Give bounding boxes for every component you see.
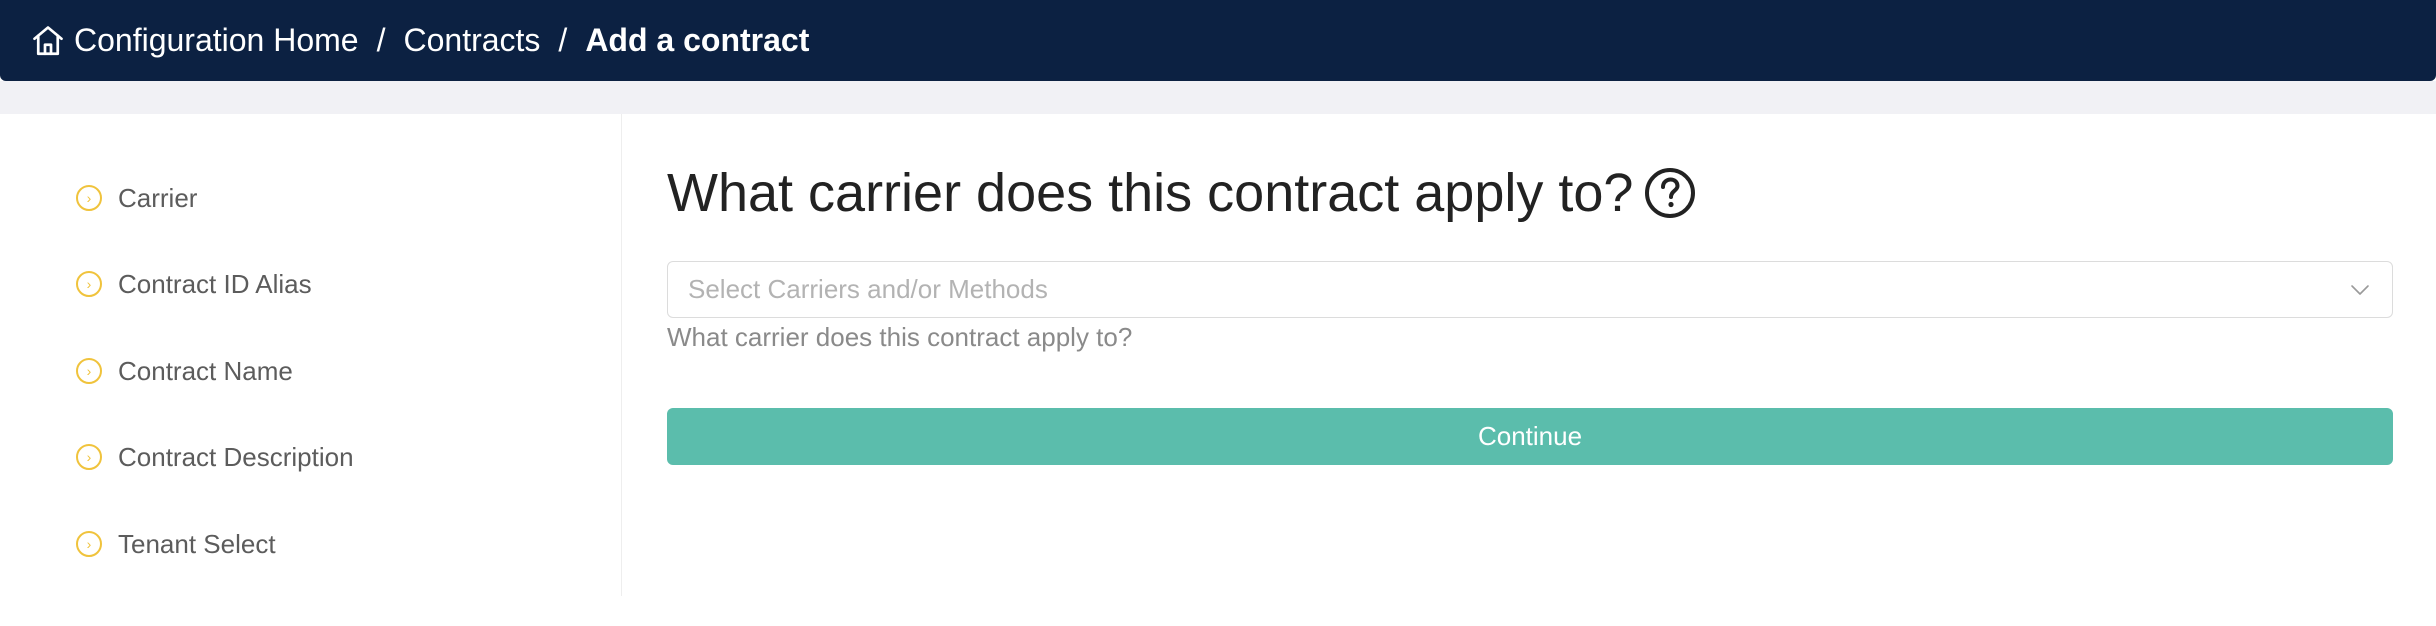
sidebar-item-label: Carrier (118, 182, 198, 213)
sidebar-item-label: Contract Description (118, 441, 354, 472)
header-divider-band (0, 81, 2436, 114)
top-bar: Configuration Home / Contracts / Add a c… (0, 0, 2436, 81)
carrier-select-placeholder: Select Carriers and/or Methods (688, 274, 1048, 304)
breadcrumb-item-current: Add a contract (585, 22, 810, 58)
breadcrumb-item-contracts[interactable]: Contracts (403, 22, 540, 59)
chevron-right-circle-icon: › (76, 358, 102, 384)
sidebar-item-contract-id-alias[interactable]: › Contract ID Alias (76, 264, 312, 304)
question-title: What carrier does this contract apply to… (667, 163, 1634, 223)
breadcrumb-separator: / (558, 22, 568, 58)
breadcrumb-separator: / (376, 22, 386, 58)
sidebar-item-tenant-select[interactable]: › Tenant Select (76, 524, 276, 564)
chevron-right-circle-icon: › (76, 531, 102, 557)
sidebar-item-label: Tenant Select (118, 528, 276, 559)
sidebar-item-carrier[interactable]: › Carrier (76, 178, 197, 218)
chevron-right-circle-icon: › (76, 444, 102, 470)
chevron-down-icon (2348, 278, 2372, 302)
sidebar-item-contract-description[interactable]: › Contract Description (76, 437, 354, 477)
chevron-right-circle-icon: › (76, 185, 102, 211)
breadcrumb-item-configuration-home[interactable]: Configuration Home (74, 22, 359, 59)
question-circle-icon[interactable] (1643, 166, 1697, 220)
continue-button[interactable]: Continue (667, 408, 2393, 465)
carrier-select-helper-text: What carrier does this contract apply to… (667, 322, 1133, 352)
sidebar-item-label: Contract ID Alias (118, 268, 312, 299)
home-icon[interactable] (30, 23, 66, 59)
chevron-right-circle-icon: › (76, 271, 102, 297)
question-heading: What carrier does this contract apply to… (667, 162, 1697, 224)
steps-sidebar: › Carrier › Contract ID Alias › Contract… (0, 114, 622, 596)
carrier-select[interactable]: Select Carriers and/or Methods (667, 261, 2393, 318)
breadcrumb: Configuration Home / Contracts / Add a c… (30, 22, 809, 59)
sidebar-item-label: Contract Name (118, 355, 293, 386)
sidebar-item-contract-name[interactable]: › Contract Name (76, 351, 293, 391)
